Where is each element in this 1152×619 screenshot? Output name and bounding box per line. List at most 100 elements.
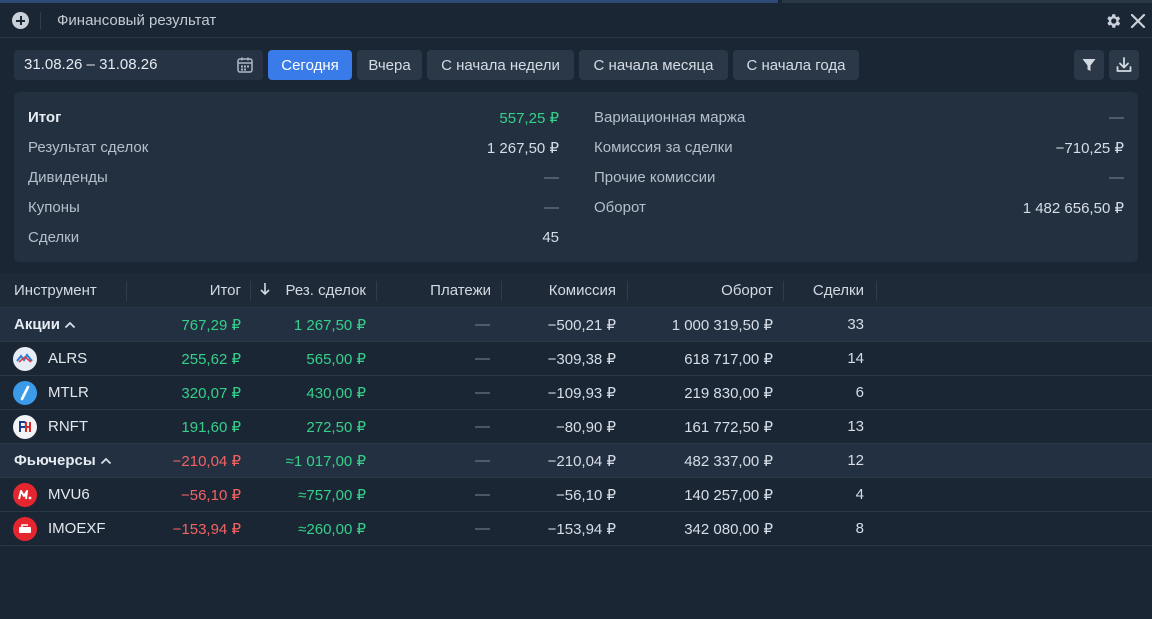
turnover-cell: 140 257,00 ₽ (684, 487, 773, 504)
window-title: Финансовый результат (57, 12, 217, 29)
column-payments[interactable]: Платежи (430, 282, 491, 299)
summary-label: Дивиденды (28, 169, 108, 186)
ticker: RNFT (48, 418, 88, 435)
column-instrument[interactable]: Инструмент (14, 282, 97, 299)
column-trade-result[interactable]: Рез. сделок (286, 282, 367, 299)
filter-button[interactable] (1074, 50, 1104, 80)
summary-value: — (544, 199, 559, 216)
turnover-cell: 618 717,00 ₽ (684, 351, 773, 368)
trades-cell: 12 (847, 452, 864, 469)
add-widget-icon[interactable] (12, 12, 29, 29)
title-divider (40, 12, 41, 30)
payments-cell: — (475, 350, 490, 367)
group-row-stocks[interactable]: Акции 767,29 ₽ 1 267,50 ₽ — −500,21 ₽ 1 … (0, 308, 1152, 342)
window-titlebar: Финансовый результат (0, 4, 1152, 38)
table-row[interactable]: MTLR 320,07 ₽ 430,00 ₽ — −109,93 ₽ 219 8… (0, 376, 1152, 410)
summary-value: 1 267,50 ₽ (486, 140, 559, 157)
summary-coupons-row: Купоны — (28, 199, 559, 219)
close-icon[interactable] (1130, 13, 1146, 29)
column-divider[interactable] (501, 281, 502, 301)
summary-value: — (544, 169, 559, 186)
payments-cell: — (475, 418, 490, 435)
total-cell: −56,10 ₽ (180, 487, 241, 504)
trade-result-cell: ≈260,00 ₽ (298, 521, 366, 538)
column-turnover[interactable]: Оборот (721, 282, 773, 299)
total-cell: 191,60 ₽ (181, 419, 241, 436)
column-divider[interactable] (126, 281, 127, 301)
table-header: Инструмент Итог Рез. сделок Платежи Коми… (0, 273, 1152, 308)
summary-value: 45 (542, 229, 559, 246)
payments-cell: — (475, 486, 490, 503)
summary-total-row: Итог 557,25 ₽ (28, 109, 559, 129)
summary-label: Итог (28, 109, 62, 126)
total-cell: −210,04 ₽ (172, 453, 241, 470)
download-button[interactable] (1109, 50, 1139, 80)
period-toolbar: 31.08.26 – 31.08.26 Сегодня Вчера С нача… (0, 50, 1152, 80)
column-divider[interactable] (376, 281, 377, 301)
summary-trade-result-row: Результат сделок 1 267,50 ₽ (28, 139, 559, 159)
payments-cell: — (475, 316, 490, 333)
column-divider[interactable] (876, 281, 877, 301)
payments-cell: — (475, 520, 490, 537)
period-yesterday-button[interactable]: Вчера (357, 50, 422, 80)
table-row[interactable]: MVU6 −56,10 ₽ ≈757,00 ₽ — −56,10 ₽ 140 2… (0, 478, 1152, 512)
period-week-button[interactable]: С начала недели (427, 50, 574, 80)
column-total[interactable]: Итог (210, 282, 241, 299)
commission-cell: −56,10 ₽ (555, 487, 616, 504)
commission-cell: −109,93 ₽ (547, 385, 616, 402)
chevron-up-icon (100, 457, 111, 465)
group-name[interactable]: Акции (14, 316, 76, 333)
date-range-picker[interactable]: 31.08.26 – 31.08.26 (14, 50, 263, 80)
date-range-value: 31.08.26 – 31.08.26 (24, 56, 158, 73)
summary-value: — (1109, 169, 1124, 186)
payments-cell: — (475, 452, 490, 469)
summary-label: Вариационная маржа (594, 109, 746, 126)
commission-cell: −153,94 ₽ (547, 521, 616, 538)
mvideo-logo (13, 483, 37, 507)
period-month-button[interactable]: С начала месяца (579, 50, 728, 80)
table-row[interactable]: RNFT 191,60 ₽ 272,50 ₽ — −80,90 ₽ 161 77… (0, 410, 1152, 444)
trades-cell: 8 (855, 520, 864, 537)
trade-result-cell: 1 267,50 ₽ (293, 317, 366, 334)
column-divider[interactable] (250, 281, 251, 301)
active-tab-indicator (0, 0, 778, 3)
column-commission[interactable]: Комиссия (549, 282, 616, 299)
period-year-button[interactable]: С начала года (733, 50, 859, 80)
summary-variation-margin-row: Вариационная маржа — (594, 109, 1124, 129)
turnover-cell: 482 337,00 ₽ (684, 453, 773, 470)
turnover-cell: 161 772,50 ₽ (684, 419, 773, 436)
trades-cell: 13 (847, 418, 864, 435)
total-cell: 320,07 ₽ (181, 385, 241, 402)
group-name[interactable]: Фьючерсы (14, 452, 112, 469)
trade-result-cell: 430,00 ₽ (306, 385, 366, 402)
commission-cell: −80,90 ₽ (555, 419, 616, 436)
total-cell: 255,62 ₽ (181, 351, 241, 368)
group-row-futures[interactable]: Фьючерсы −210,04 ₽ ≈1 017,00 ₽ — −210,04… (0, 444, 1152, 478)
period-today-button[interactable]: Сегодня (268, 50, 352, 80)
column-trades[interactable]: Сделки (813, 282, 864, 299)
total-cell: −153,94 ₽ (172, 521, 241, 538)
ticker: MTLR (48, 384, 89, 401)
summary-other-fees-row: Прочие комиссии — (594, 169, 1124, 189)
column-divider[interactable] (783, 281, 784, 301)
sort-desc-icon[interactable] (259, 282, 271, 300)
summary-label: Купоны (28, 199, 80, 216)
moex-logo (13, 517, 37, 541)
summary-dividends-row: Дивиденды — (28, 169, 559, 189)
summary-label: Комиссия за сделки (594, 139, 733, 156)
trade-result-cell: ≈757,00 ₽ (298, 487, 366, 504)
summary-panel: Итог 557,25 ₽ Результат сделок 1 267,50 … (14, 92, 1138, 262)
ticker: MVU6 (48, 486, 90, 503)
gear-icon[interactable] (1104, 12, 1122, 30)
summary-commission-row: Комиссия за сделки −710,25 ₽ (594, 139, 1124, 159)
commission-cell: −500,21 ₽ (547, 317, 616, 334)
russneft-logo (13, 415, 37, 439)
trade-result-cell: 565,00 ₽ (306, 351, 366, 368)
turnover-cell: 1 000 319,50 ₽ (671, 317, 773, 334)
commission-cell: −210,04 ₽ (547, 453, 616, 470)
alrosa-logo (13, 347, 37, 371)
table-row[interactable]: IMOEXF −153,94 ₽ ≈260,00 ₽ — −153,94 ₽ 3… (0, 512, 1152, 546)
table-row[interactable]: ALRS 255,62 ₽ 565,00 ₽ — −309,38 ₽ 618 7… (0, 342, 1152, 376)
calendar-icon[interactable] (236, 56, 254, 74)
column-divider[interactable] (627, 281, 628, 301)
